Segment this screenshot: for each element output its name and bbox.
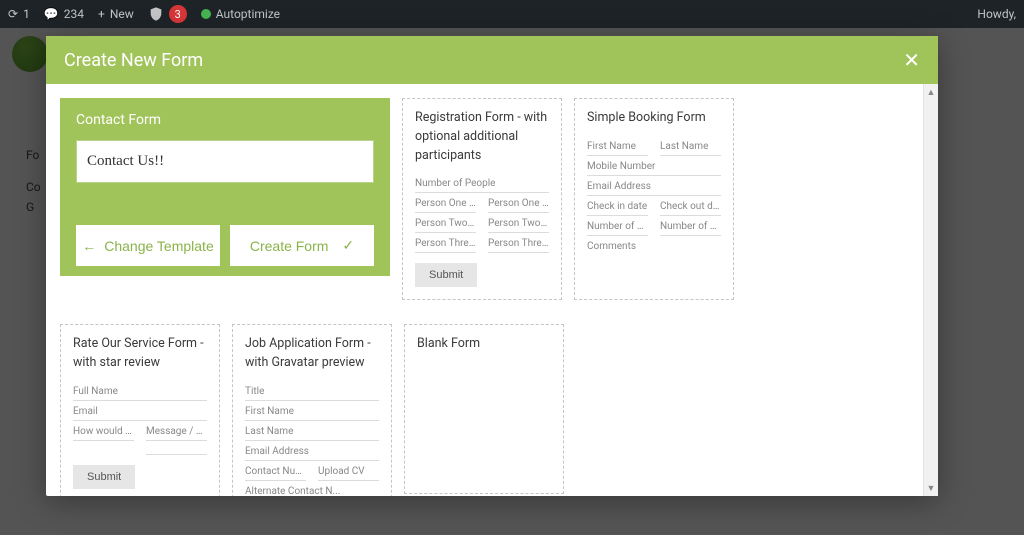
wp-admin-bar: ⟳ 1 💬 234 + New 3 Autoptimize Howdy, — [0, 0, 1024, 28]
template-title: Simple Booking Form — [587, 109, 721, 128]
modal-title: Create New Form — [64, 50, 203, 71]
new-label: New — [110, 7, 134, 21]
scrollbar[interactable]: ▲ ▼ — [923, 84, 938, 496]
shield-icon — [148, 6, 164, 22]
change-template-button[interactable]: Change Template — [76, 225, 220, 266]
field-line: Email — [73, 401, 207, 421]
refresh-count: 1 — [23, 7, 30, 21]
template-title: Blank Form — [417, 335, 551, 354]
field-line: Mobile Number — [587, 156, 721, 176]
template-grid: Contact Form Change Template Create Form… — [60, 98, 924, 496]
comments-count: 234 — [64, 7, 84, 21]
field-line: First Name — [245, 401, 379, 421]
comments-item[interactable]: 💬 234 — [44, 7, 84, 21]
create-form-label: Create Form — [250, 238, 329, 254]
template-contact-form-selected: Contact Form Change Template Create Form — [60, 98, 390, 276]
field-line: Last Name — [245, 421, 379, 441]
plus-icon: + — [98, 7, 105, 21]
template-rating[interactable]: Rate Our Service Form - with star review… — [60, 324, 220, 496]
star-row — [146, 441, 207, 455]
field-line: Person One Email — [488, 193, 549, 213]
submit-button[interactable]: Submit — [73, 465, 135, 489]
field-line: Person One Name — [415, 193, 476, 213]
template-blank[interactable]: Blank Form — [404, 324, 564, 494]
notif-badge: 3 — [169, 5, 187, 23]
field-line: Title — [245, 381, 379, 401]
refresh-icon: ⟳ — [8, 7, 18, 21]
refresh-item[interactable]: ⟳ 1 — [8, 7, 30, 21]
green-dot-icon — [201, 9, 211, 19]
template-title: Rate Our Service Form - with star review — [73, 335, 207, 373]
selected-template-title: Contact Form — [76, 112, 374, 128]
field-line: Person Three Name — [415, 233, 476, 253]
field-line: Last Name — [660, 136, 721, 156]
field-line: Check out date — [660, 196, 721, 216]
field-line: Check in date — [587, 196, 648, 216]
field-line: Number of adults — [587, 216, 648, 236]
autoptimize-item[interactable]: Autoptimize — [201, 7, 280, 21]
form-name-input[interactable] — [76, 140, 374, 183]
field-line: Full Name — [73, 381, 207, 401]
template-booking[interactable]: Simple Booking Form First NameLast Name … — [574, 98, 734, 300]
scroll-thumb[interactable] — [926, 100, 936, 480]
template-job[interactable]: Job Application Form - with Gravatar pre… — [232, 324, 392, 496]
close-button[interactable]: ✕ — [903, 48, 920, 72]
scroll-up-icon[interactable]: ▲ — [924, 84, 938, 100]
field-line: Email Address — [245, 441, 379, 461]
scroll-down-icon[interactable]: ▼ — [924, 480, 938, 496]
arrow-left-icon — [82, 238, 96, 254]
field-line: Upload CV — [318, 461, 379, 481]
admin-bar-left: ⟳ 1 💬 234 + New 3 Autoptimize — [8, 5, 280, 23]
field-line: Comments — [587, 236, 721, 255]
field-line: Person Two Email — [488, 213, 549, 233]
create-form-button[interactable]: Create Form — [230, 225, 374, 266]
field-line: Number of children — [660, 216, 721, 236]
modal-header: Create New Form ✕ — [46, 36, 938, 84]
field-line: First Name — [587, 136, 648, 156]
autoptimize-label: Autoptimize — [216, 7, 280, 21]
change-template-label: Change Template — [104, 238, 213, 254]
howdy-label: Howdy, — [977, 7, 1016, 21]
field-line: Number of People — [415, 173, 549, 193]
template-registration[interactable]: Registration Form - with optional additi… — [402, 98, 562, 300]
field-line: Email Address — [587, 176, 721, 196]
template-title: Registration Form - with optional additi… — [415, 109, 549, 165]
field-line: Alternate Contact N... — [245, 481, 379, 496]
field-line: Message / Comments — [146, 421, 207, 441]
modal-body: Contact Form Change Template Create Form… — [46, 84, 938, 496]
field-line: Person Two Name — [415, 213, 476, 233]
new-item[interactable]: + New — [98, 7, 134, 21]
create-form-modal: Create New Form ✕ Contact Form Change Te… — [46, 36, 938, 496]
field-line: Person Three Email — [488, 233, 549, 253]
field-line: Contact Number — [245, 461, 306, 481]
howdy-item[interactable]: Howdy, — [977, 7, 1016, 21]
submit-button[interactable]: Submit — [415, 263, 477, 287]
template-title: Job Application Form - with Gravatar pre… — [245, 335, 379, 373]
action-buttons: Change Template Create Form — [76, 225, 374, 266]
field-line: How would you rate... — [73, 421, 134, 441]
shield-item[interactable]: 3 — [148, 5, 187, 23]
comment-icon: 💬 — [44, 7, 59, 21]
